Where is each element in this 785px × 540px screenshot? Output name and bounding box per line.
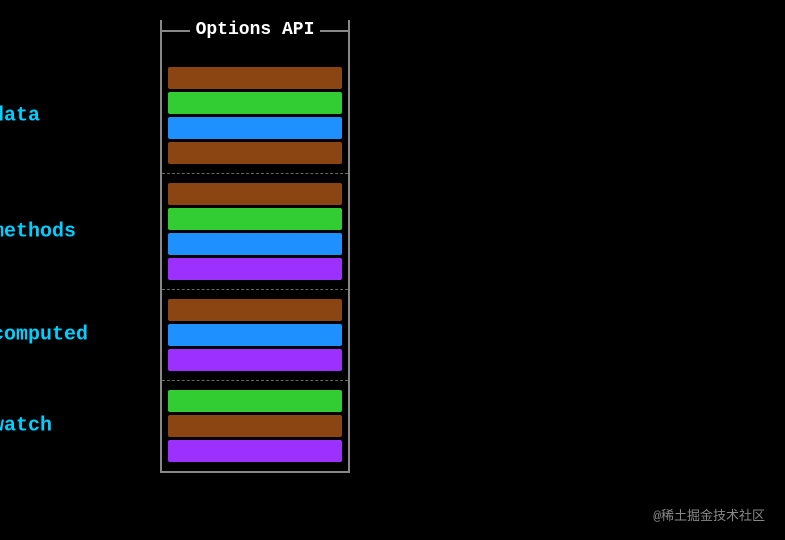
section-data: data [162,58,348,174]
sections-wrapper: datamethodscomputedwatch [162,58,348,471]
section-computed: computed [162,290,348,381]
section-label-data: data [0,104,40,127]
section-label-methods: methods [0,220,76,243]
bar-computed-2 [168,349,342,371]
bar-data-1 [168,92,342,114]
bar-watch-2 [168,440,342,462]
watermark: @稀土掘金技术社区 [653,505,765,524]
section-methods: methods [162,174,348,290]
bar-methods-3 [168,258,342,280]
bar-methods-1 [168,208,342,230]
section-label-watch: watch [0,415,52,438]
options-api-diagram: datamethodscomputedwatch [160,20,350,473]
bar-methods-0 [168,183,342,205]
bar-computed-0 [168,299,342,321]
bar-watch-0 [168,390,342,412]
bar-methods-2 [168,233,342,255]
diagram-title: Options API [190,20,321,40]
bar-data-3 [168,142,342,164]
section-label-computed: computed [0,324,88,347]
bar-data-0 [168,67,342,89]
section-watch: watch [162,381,348,471]
bar-data-2 [168,117,342,139]
bar-computed-1 [168,324,342,346]
bar-watch-1 [168,415,342,437]
